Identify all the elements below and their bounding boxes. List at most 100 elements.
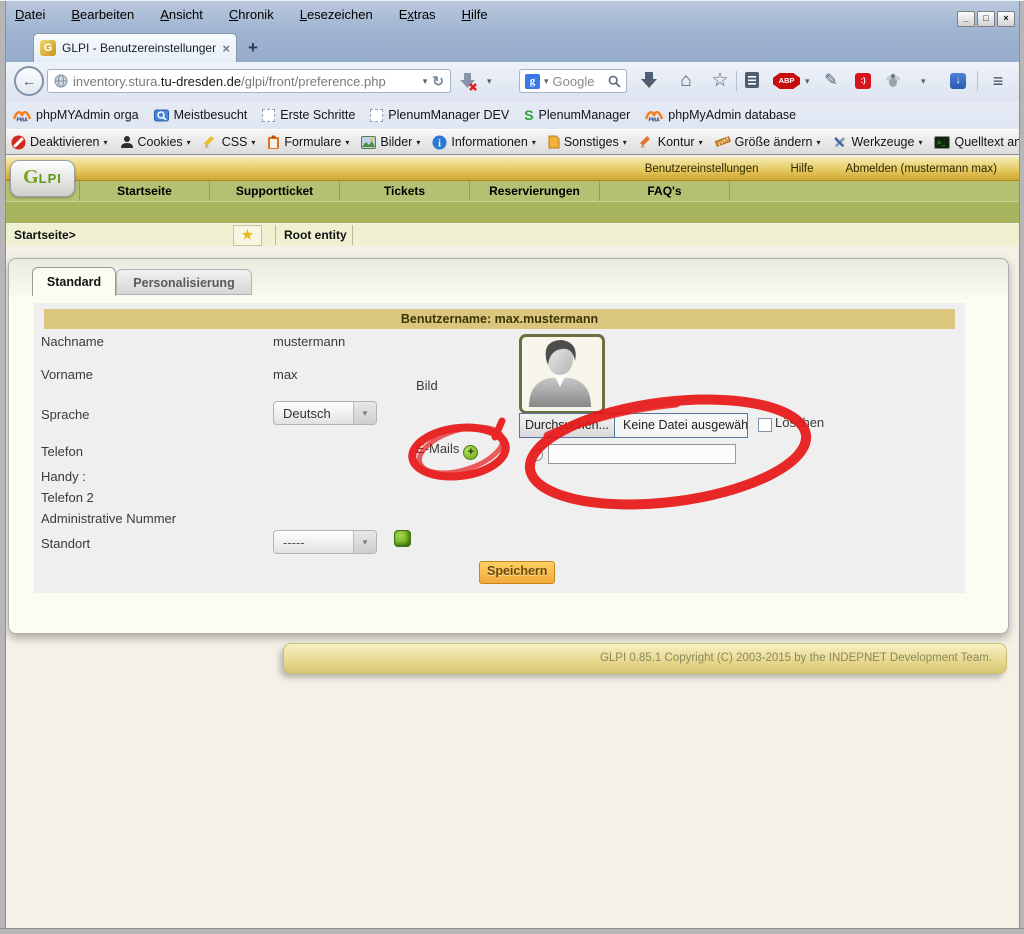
bookmark-plenummanager[interactable]: S PlenumManager [524, 107, 630, 123]
language-select-value: Deutsch [274, 406, 353, 421]
devbar-item-deaktivieren[interactable]: Deaktivieren ▾ [11, 135, 108, 150]
menu-bearbeiten[interactable]: Bearbeiten [71, 7, 134, 22]
tab-close-icon[interactable]: × [222, 41, 230, 56]
devbar-item-bilder[interactable]: Bilder▾ [361, 135, 420, 149]
breadcrumb-home[interactable]: Startseite> [14, 228, 76, 242]
bookmark-meistbesucht[interactable]: Meistbesucht [154, 108, 248, 123]
glpi-favicon: G [40, 40, 56, 56]
label-loeschen: Löschen [775, 415, 824, 430]
chevron-down-icon: ▾ [353, 531, 376, 553]
download-arrow-icon[interactable] [639, 70, 661, 92]
maximize-button[interactable]: □ [977, 11, 995, 27]
nav-tickets[interactable]: Tickets [340, 181, 470, 201]
tab-personalisierung[interactable]: Personalisierung [116, 269, 252, 295]
url-dropdown-icon[interactable]: ▾ [423, 76, 428, 87]
hamburger-menu-icon[interactable]: ≡ [987, 70, 1009, 92]
label-bild: Bild [416, 378, 438, 393]
browser-tab-active[interactable]: G GLPI - Benutzereinstellungen × [33, 33, 237, 62]
terminal-icon: >_ [934, 136, 950, 149]
search-box[interactable]: g ▾ Google [519, 69, 627, 93]
browse-locations-icon[interactable] [394, 530, 411, 547]
abp-dropdown-icon[interactable]: ▾ [805, 76, 810, 87]
default-email-radio[interactable] [531, 449, 543, 461]
window-controls: _ □ × [957, 11, 1015, 27]
label-vorname: Vorname [41, 367, 93, 382]
close-button[interactable]: × [997, 11, 1015, 27]
search-icon[interactable] [608, 75, 621, 88]
svg-text:>_: >_ [937, 140, 946, 148]
bookmark-phpmyadmin-database[interactable]: PMA phpMyAdmin database [645, 108, 796, 122]
search-engine-dropdown-icon[interactable]: ▾ [544, 76, 549, 87]
nav-faq[interactable]: FAQ's [600, 181, 730, 201]
nav-supportticket[interactable]: Supportticket erstellen [210, 181, 340, 201]
menu-chronik[interactable]: Chronik [229, 7, 274, 22]
devbar-item-groesse-aendern[interactable]: Größe ändern▾ [715, 135, 821, 149]
bookmark-star-button[interactable]: ★ [233, 225, 262, 246]
bookmark-erste-schritte[interactable]: Erste Schritte [262, 108, 355, 122]
adblock-plus-icon[interactable]: ABP [773, 73, 795, 95]
back-button[interactable]: ← [14, 66, 44, 96]
menu-hilfe[interactable]: Hilfe [462, 7, 488, 22]
link-hilfe[interactable]: Hilfe [791, 163, 814, 175]
menu-lesezeichen[interactable]: Lesezeichen [300, 7, 373, 22]
nav-startseite[interactable]: Startseite [79, 181, 210, 201]
location-select[interactable]: ----- ▾ [273, 530, 377, 554]
devbar-item-sonstiges[interactable]: Sonstiges▾ [548, 135, 627, 149]
caret-icon: ▾ [345, 138, 349, 147]
person-icon [120, 135, 134, 149]
tab-standard[interactable]: Standard [32, 267, 116, 296]
minimize-button[interactable]: _ [957, 11, 975, 27]
reload-icon[interactable]: ↻ [432, 73, 444, 90]
entity-selector[interactable]: Root entity [284, 228, 347, 242]
downloads-blocked-icon[interactable] [457, 70, 479, 92]
label-handy: Handy : [41, 469, 86, 484]
glpi-logo[interactable]: GLPI [10, 160, 75, 197]
downloadhelper-icon[interactable]: :) [852, 70, 874, 92]
language-select[interactable]: Deutsch ▾ [273, 401, 377, 425]
add-email-icon[interactable]: + [463, 445, 478, 460]
bookmark-star-icon[interactable]: ☆ [709, 70, 731, 92]
addon-bug-icon[interactable] [883, 70, 905, 92]
save-button[interactable]: Speichern [479, 561, 555, 584]
devbar-label: Deaktivieren [30, 135, 99, 149]
caret-icon: ▾ [918, 138, 922, 147]
menu-datei[interactable]: Datei [15, 7, 45, 22]
bookmark-label: Erste Schritte [280, 108, 355, 122]
caret-icon: ▾ [103, 138, 107, 147]
delete-picture-checkbox[interactable] [758, 418, 772, 432]
url-bar[interactable]: inventory.stura.tu-dresden.de/glpi/front… [47, 69, 451, 93]
devbar-item-formulare[interactable]: Formulare▾ [267, 135, 349, 150]
home-icon[interactable]: ⌂ [675, 70, 697, 92]
devbar-item-css[interactable]: CSS▾ [203, 135, 256, 150]
menu-bar: Datei Bearbeiten Ansicht Chronik Lesezei… [15, 7, 488, 22]
addon-dropdown-icon[interactable]: ▾ [921, 76, 926, 87]
picture-file-input[interactable]: Durchsuchen... Keine Datei ausgewählt. [519, 413, 748, 438]
breadcrumb-separator [352, 225, 353, 245]
link-abmelden[interactable]: Abmelden (mustermann max) [846, 163, 997, 175]
devbar-item-kontur[interactable]: Kontur▾ [639, 135, 703, 150]
devbar-item-cookies[interactable]: Cookies▾ [120, 135, 191, 149]
blue-download-addon-icon[interactable]: ↓ [947, 70, 969, 92]
search-input[interactable]: Google [553, 74, 595, 89]
window-border-right [1019, 0, 1024, 933]
new-tab-button[interactable]: + [248, 38, 258, 58]
bookmark-plenummanager-dev[interactable]: PlenumManager DEV [370, 108, 509, 122]
label-sprache: Sprache [41, 407, 89, 422]
avatar [519, 334, 605, 414]
menu-extras[interactable]: Extras [399, 7, 436, 22]
nav-reservierungen[interactable]: Reservierungen [470, 181, 600, 201]
email-input[interactable] [548, 444, 736, 464]
devbar-item-werkzeuge[interactable]: Werkzeuge▾ [832, 135, 922, 150]
document-orange-icon [548, 135, 560, 149]
devbar-item-quelltext-anzeigen[interactable]: >_ Quelltext anzeigen▾ [934, 135, 1024, 149]
browse-button[interactable]: Durchsuchen... [520, 414, 615, 437]
devbar-item-informationen[interactable]: i Informationen▾ [432, 135, 535, 150]
menu-ansicht[interactable]: Ansicht [160, 7, 203, 22]
reading-list-icon[interactable] [742, 70, 764, 92]
bookmark-phpmyadmin-orga[interactable]: PMA phpMYAdmin orga [13, 108, 139, 122]
location-select-value: ----- [274, 535, 353, 550]
downloads-dropdown-icon[interactable]: ▾ [487, 76, 492, 87]
link-benutzereinstellungen[interactable]: Benutzereinstellungen [645, 163, 759, 175]
pen-addon-icon[interactable]: ✎ [820, 70, 842, 92]
glpi-user-bar: Benutzereinstellungen Hilfe Abmelden (mu… [5, 157, 1019, 181]
